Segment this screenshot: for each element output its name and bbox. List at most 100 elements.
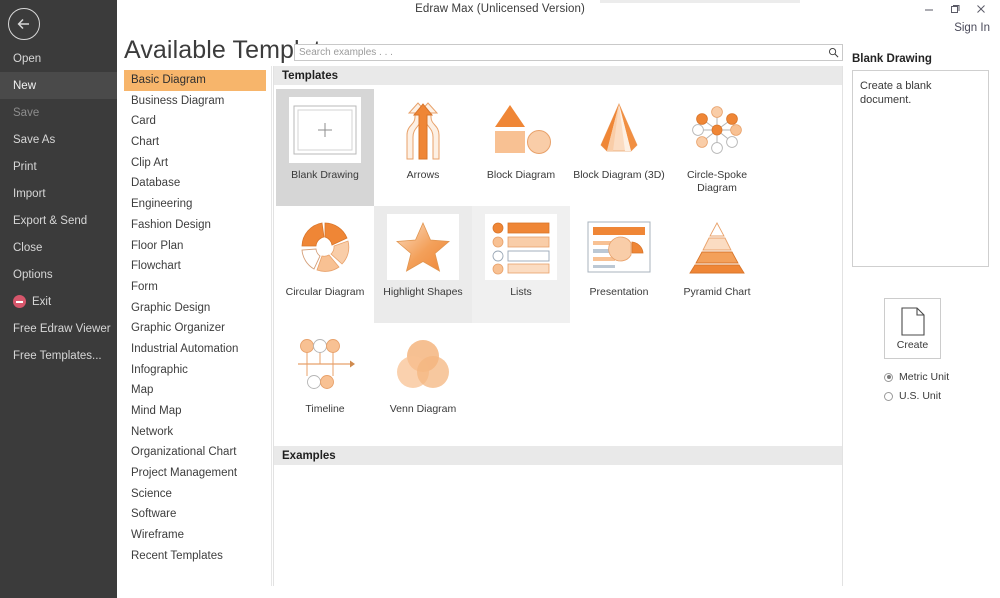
- category-item-form[interactable]: Form: [124, 277, 266, 298]
- menu-item-save[interactable]: Save: [0, 99, 117, 126]
- template-card-timeline[interactable]: Timeline: [276, 323, 374, 440]
- arrows-icon: [387, 97, 459, 163]
- details-title: Blank Drawing: [852, 53, 932, 65]
- template-label: Pyramid Chart: [683, 286, 751, 298]
- category-item-fashion-design[interactable]: Fashion Design: [124, 215, 266, 236]
- unit-option-metric[interactable]: Metric Unit: [884, 371, 949, 383]
- lists-icon: [485, 214, 557, 280]
- search-input[interactable]: [295, 47, 824, 58]
- category-item-engineering[interactable]: Engineering: [124, 194, 266, 215]
- category-item-flowchart[interactable]: Flowchart: [124, 256, 266, 277]
- template-label: Circular Diagram: [285, 286, 365, 298]
- document-icon: [900, 306, 925, 336]
- category-item-database[interactable]: Database: [124, 173, 266, 194]
- menu-item-print[interactable]: Print: [0, 153, 117, 180]
- title-bar: Edraw Max (Unlicensed Version) Sign In: [0, 0, 1000, 34]
- template-card-block-diagram[interactable]: Block Diagram: [472, 89, 570, 206]
- blank-page-icon: [289, 97, 361, 163]
- template-card-pyramid-chart[interactable]: Pyramid Chart: [668, 206, 766, 323]
- menu-label: Save: [13, 106, 40, 119]
- menu-item-free-templates[interactable]: Free Templates...: [0, 342, 117, 369]
- menu-label: Save As: [13, 133, 56, 146]
- circle-spoke-icon: [681, 97, 753, 163]
- search-box[interactable]: [294, 44, 843, 61]
- venn-icon: [387, 331, 459, 397]
- template-label: Arrows: [406, 169, 440, 181]
- radio-metric-icon[interactable]: [884, 372, 893, 382]
- exit-icon: [13, 295, 26, 308]
- menu-label: Open: [13, 52, 42, 65]
- category-item-floor-plan[interactable]: Floor Plan: [124, 236, 266, 257]
- category-list[interactable]: Basic Diagram Business Diagram Card Chart Cl…: [124, 70, 266, 582]
- pyramid-icon: [681, 214, 753, 280]
- menu-item-options[interactable]: Options: [0, 261, 117, 288]
- template-card-lists[interactable]: Lists: [472, 206, 570, 323]
- menu-label: Free Edraw Viewer: [13, 322, 111, 335]
- template-card-venn-diagram[interactable]: Venn Diagram: [374, 323, 472, 440]
- category-item-network[interactable]: Network: [124, 422, 266, 443]
- template-label: Timeline: [305, 403, 345, 415]
- category-item-card[interactable]: Card: [124, 111, 266, 132]
- template-label: Lists: [510, 286, 532, 298]
- templates-panel: Templates Blank Drawing Arrows Block Dia…: [273, 66, 843, 598]
- unit-option-label: U.S. Unit: [899, 390, 942, 402]
- create-button-label: Create: [896, 338, 929, 351]
- template-card-arrows[interactable]: Arrows: [374, 89, 472, 206]
- back-arrow-icon[interactable]: [8, 8, 40, 40]
- category-item-business-diagram[interactable]: Business Diagram: [124, 91, 266, 112]
- category-divider: [271, 66, 272, 586]
- template-label: Block Diagram (3D): [573, 169, 665, 181]
- template-card-presentation[interactable]: Presentation: [570, 206, 668, 323]
- templates-section-header: Templates: [274, 66, 842, 85]
- template-card-highlight-shapes[interactable]: Highlight Shapes: [374, 206, 472, 323]
- category-item-map[interactable]: Map: [124, 380, 266, 401]
- block-diagram-icon: [485, 97, 557, 163]
- template-card-block-diagram-3d[interactable]: Block Diagram (3D): [570, 89, 668, 206]
- radio-us-icon[interactable]: [884, 391, 893, 401]
- search-icon[interactable]: [824, 47, 842, 58]
- details-panel: Blank Drawing Create a blank document. C…: [851, 0, 1000, 598]
- examples-section-label: Examples: [282, 449, 336, 462]
- menu-item-free-edraw-viewer[interactable]: Free Edraw Viewer: [0, 315, 117, 342]
- category-item-chart[interactable]: Chart: [124, 132, 266, 153]
- edraw-max-backstage: Edraw Max (Unlicensed Version) Sign In O…: [0, 0, 1000, 598]
- category-item-industrial-automation[interactable]: Industrial Automation: [124, 339, 266, 360]
- star-icon: [387, 214, 459, 280]
- template-card-blank-drawing[interactable]: Blank Drawing: [276, 89, 374, 206]
- menu-item-save-as[interactable]: Save As: [0, 126, 117, 153]
- category-item-clip-art[interactable]: Clip Art: [124, 153, 266, 174]
- presentation-icon: [583, 214, 655, 280]
- templates-section-label: Templates: [282, 69, 339, 82]
- block-diagram-3d-icon: [583, 97, 655, 163]
- category-item-graphic-design[interactable]: Graphic Design: [124, 298, 266, 319]
- unit-option-us[interactable]: U.S. Unit: [884, 390, 941, 402]
- menu-item-close[interactable]: Close: [0, 234, 117, 261]
- template-card-circle-spoke-diagram[interactable]: Circle-Spoke Diagram: [668, 89, 766, 206]
- circular-diagram-icon: [289, 214, 361, 280]
- category-item-software[interactable]: Software: [124, 504, 266, 525]
- template-label: Venn Diagram: [389, 403, 457, 415]
- category-item-infographic[interactable]: Infographic: [124, 360, 266, 381]
- category-item-organizational-chart[interactable]: Organizational Chart: [124, 442, 266, 463]
- app-title: Edraw Max (Unlicensed Version): [415, 3, 585, 15]
- category-item-science[interactable]: Science: [124, 484, 266, 505]
- category-item-wireframe[interactable]: Wireframe: [124, 525, 266, 546]
- menu-item-exit[interactable]: Exit: [0, 288, 117, 315]
- menu-label: Export & Send: [13, 214, 88, 227]
- menu-item-export-send[interactable]: Export & Send: [0, 207, 117, 234]
- menu-item-import[interactable]: Import: [0, 180, 117, 207]
- category-item-basic-diagram[interactable]: Basic Diagram: [124, 70, 266, 91]
- menu-label: Close: [13, 241, 43, 254]
- category-item-graphic-organizer[interactable]: Graphic Organizer: [124, 318, 266, 339]
- template-card-circular-diagram[interactable]: Circular Diagram: [276, 206, 374, 323]
- category-item-recent-templates[interactable]: Recent Templates: [124, 546, 266, 567]
- menu-item-new[interactable]: New: [0, 72, 117, 99]
- examples-section-header: Examples: [274, 446, 842, 465]
- category-item-project-management[interactable]: Project Management: [124, 463, 266, 484]
- menu-label: Exit: [32, 295, 52, 308]
- create-button[interactable]: Create: [884, 298, 941, 359]
- backstage-menu: Open New Save Save As Print Import Expor…: [0, 45, 117, 369]
- category-item-mind-map[interactable]: Mind Map: [124, 401, 266, 422]
- menu-item-open[interactable]: Open: [0, 45, 117, 72]
- template-label: Blank Drawing: [291, 169, 359, 181]
